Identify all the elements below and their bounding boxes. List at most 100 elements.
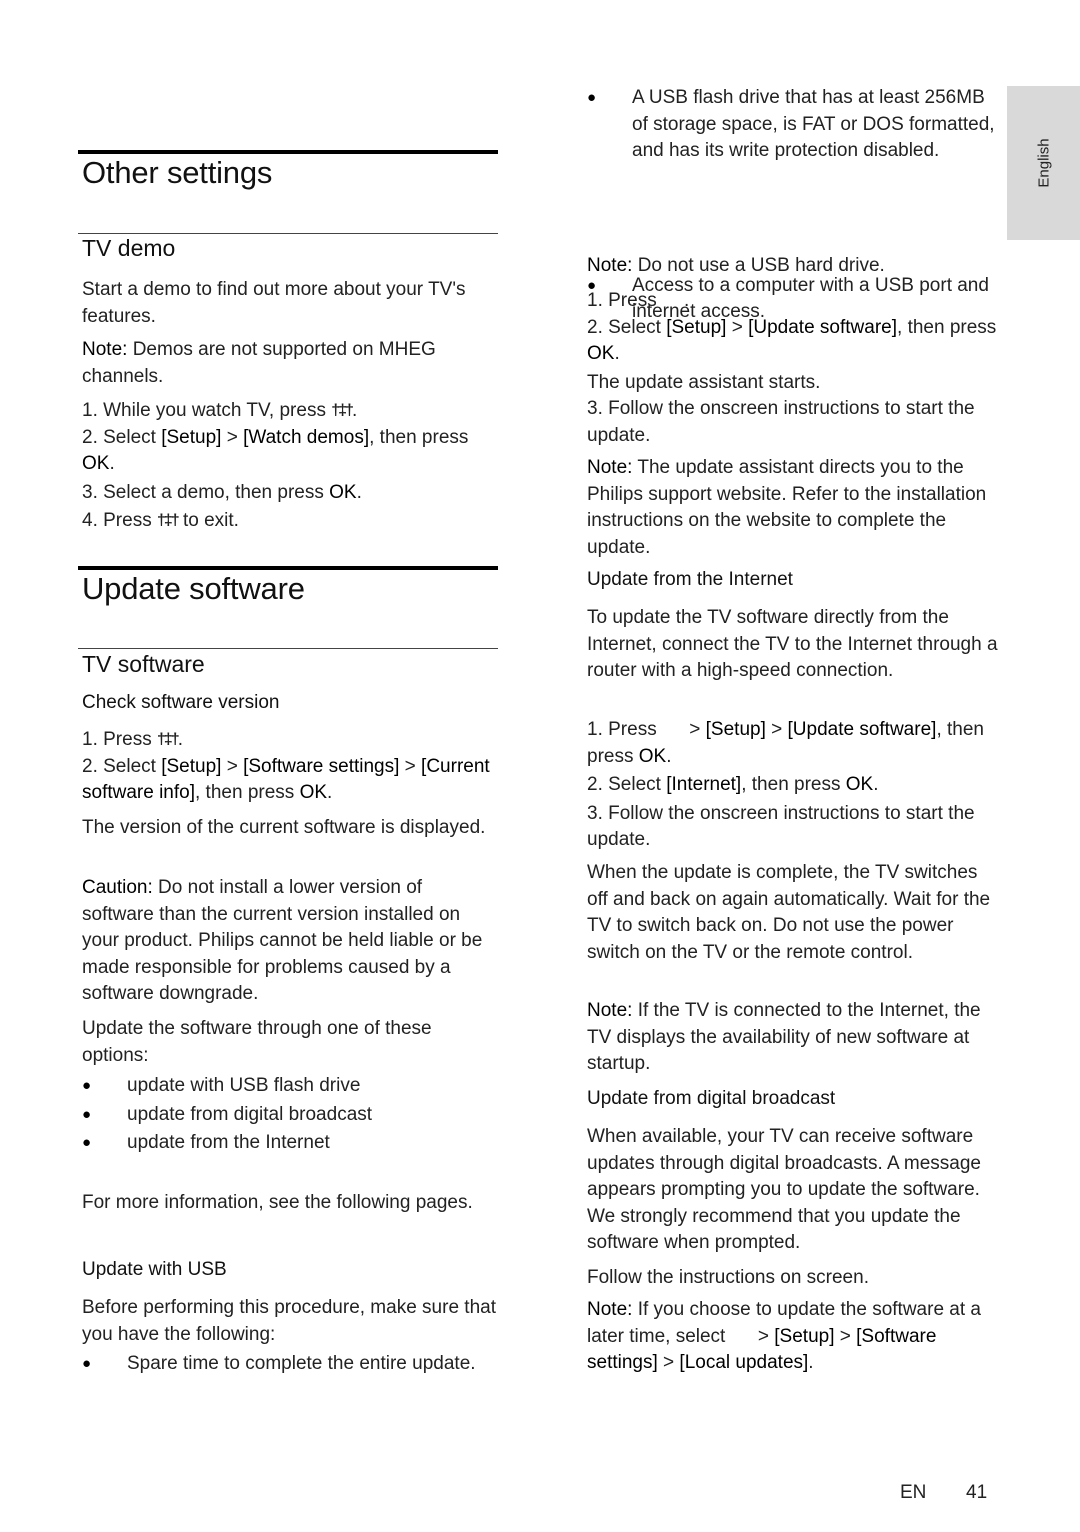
note-label: Note: (587, 255, 633, 276)
step-text: . (808, 1352, 814, 1373)
step-text: . (666, 745, 672, 767)
caution-text: Caution: Do not install a lower version … (82, 875, 498, 1008)
menu-internet: [Internet] (666, 774, 742, 795)
list-item: ● update from the Internet (82, 1129, 498, 1158)
step-text: . (683, 290, 690, 311)
ok-key: OK (587, 343, 615, 364)
ok-key: OK (845, 774, 874, 795)
list-item: ● update from digital broadcast (82, 1101, 498, 1130)
step-text: . (177, 729, 183, 750)
options-list: ● update with USB flash drive ● update fro… (82, 1072, 498, 1158)
step-text: 1. While you watch TV, press (82, 400, 332, 421)
heading-tv-software: TV software (82, 651, 205, 677)
menu-setup: [Setup] (161, 426, 222, 448)
separator: > (399, 755, 422, 777)
list-item-text: Spare time to complete the entire update… (127, 1353, 476, 1374)
separator: > (657, 1352, 680, 1373)
menu-update-software: [Update software] (787, 719, 937, 740)
menu-software-settings: [Software settings] (243, 755, 400, 777)
bullet-icon: ● (82, 1077, 92, 1094)
step-text: 1. Press (587, 719, 662, 740)
step-text: 2. Select (82, 755, 162, 777)
update-complete-text: When the update is complete, the TV swit… (587, 862, 991, 963)
menu-setup: [Setup] (161, 755, 222, 777)
follow-instructions-text: Follow the instructions on screen. (587, 1267, 869, 1288)
list-item-text: update from digital broadcast (127, 1103, 373, 1125)
note-text: Demos are not supported on MHEG channels… (82, 339, 436, 387)
step-1: 1. Press . (587, 288, 999, 315)
step-text: , then press (741, 774, 846, 795)
separator: > (765, 719, 788, 740)
left-column: Other settings TV demo Start a demo to f… (78, 0, 498, 1374)
step-2: 2. Select [Setup] > [Watch demos], then … (82, 425, 498, 478)
step-3: 3. Select a demo, then press OK. (82, 480, 498, 507)
later-note: Note: If you choose to update the softwa… (587, 1297, 999, 1377)
note-text: If the TV is connected to the Internet, … (587, 1000, 981, 1074)
list-item-text: update from the Internet (127, 1132, 330, 1153)
note-label: Note: (587, 1299, 633, 1320)
subsection-rule (78, 648, 498, 649)
step-text: . (327, 782, 333, 803)
section-rule (78, 566, 498, 570)
step-text: 1. Press (82, 729, 157, 750)
step-1: 1. While you watch TV, press †‡†. (82, 398, 498, 425)
separator: > (834, 1325, 857, 1347)
step-2: 2. Select [Setup] > [Update software], t… (587, 315, 999, 368)
list-item: ● update with USB flash drive (82, 1072, 498, 1101)
assistant-starts: The update assistant starts. (587, 371, 821, 393)
separator: > (221, 426, 244, 448)
step-text: 2. Select (587, 774, 667, 795)
step-text: . (351, 400, 358, 421)
bullet-icon: ● (82, 1134, 92, 1151)
usb-intro: Before performing this procedure, make s… (82, 1297, 496, 1345)
bullet-icon: ● (82, 1105, 92, 1123)
check-version-steps: 1. Press †‡†. 2. Select [Setup] > [Softw… (82, 727, 498, 807)
note-text: Do not use a USB hard drive. (632, 255, 885, 276)
language-tab: English (1007, 86, 1080, 240)
options-key-icon: †‡† (156, 512, 180, 529)
internet-note: Note: If the TV is connected to the Inte… (587, 998, 999, 1078)
tv-demo-intro: Start a demo to find out more about your… (82, 279, 466, 327)
menu-setup: [Setup] (774, 1325, 835, 1347)
more-info-text: For more information, see the following … (82, 1192, 473, 1213)
list-item: ● A USB flash drive that has at least 256… (587, 85, 999, 165)
heading-check-version: Check software version (82, 692, 280, 713)
step-4: 4. Press †‡† to exit. (82, 508, 498, 535)
list-item: ● Spare time to complete the entire updat… (82, 1351, 498, 1378)
step-text: , then press (195, 782, 300, 803)
heading-tv-demo: TV demo (82, 235, 176, 261)
step-text: 2. Select (82, 426, 162, 448)
internet-steps: 1. Press > [Setup] > [Update software] , … (587, 717, 999, 854)
menu-update-software: [Update software] (748, 316, 898, 338)
menu-watch-demos: [Watch demos] (243, 426, 370, 448)
list-item-text: A USB flash drive that has at least 256M… (632, 87, 995, 161)
broadcast-text: When available, your TV can receive soft… (587, 1126, 981, 1253)
step-text: , then press (897, 316, 997, 338)
step-text: . (614, 343, 620, 364)
options-key-icon: †‡† (156, 731, 180, 748)
separator: > (221, 755, 244, 777)
step-2: 2. Select [Internet], then press OK. (587, 772, 999, 799)
step-text: , (936, 719, 942, 740)
separator: > (726, 316, 749, 338)
step-3: 3. Follow the onscreen instructions to s… (587, 802, 975, 851)
options-intro: Update the software through one of these… (82, 1018, 432, 1066)
step-text: . (109, 453, 115, 474)
step-text: , then press (369, 426, 469, 448)
ok-key: OK (299, 782, 328, 803)
heading-update-from-broadcast: Update from digital broadcast (587, 1088, 836, 1109)
step-text: . (873, 774, 879, 795)
step-3: 3. Follow the onscreen instructions to s… (587, 398, 975, 446)
options-key-icon: †‡† (331, 402, 354, 419)
page-number: 41 (966, 1482, 988, 1503)
bullet-icon: ● (587, 89, 597, 106)
tv-demo-note: Note: Demos are not supported on MHEG ch… (82, 337, 498, 390)
heading-update-software: Update software (82, 571, 305, 606)
right-column: ● A USB flash drive that has at least 256… (587, 0, 999, 1373)
caution-label: Caution: (82, 877, 153, 898)
ok-key: OK (82, 453, 110, 474)
usb-steps: 1. Press . 2. Select [Setup] > [Update s… (587, 288, 999, 449)
usb-note: Note: Do not use a USB hard drive. (587, 253, 999, 280)
menu-setup: [Setup] (666, 316, 727, 338)
separator: > (683, 719, 706, 740)
